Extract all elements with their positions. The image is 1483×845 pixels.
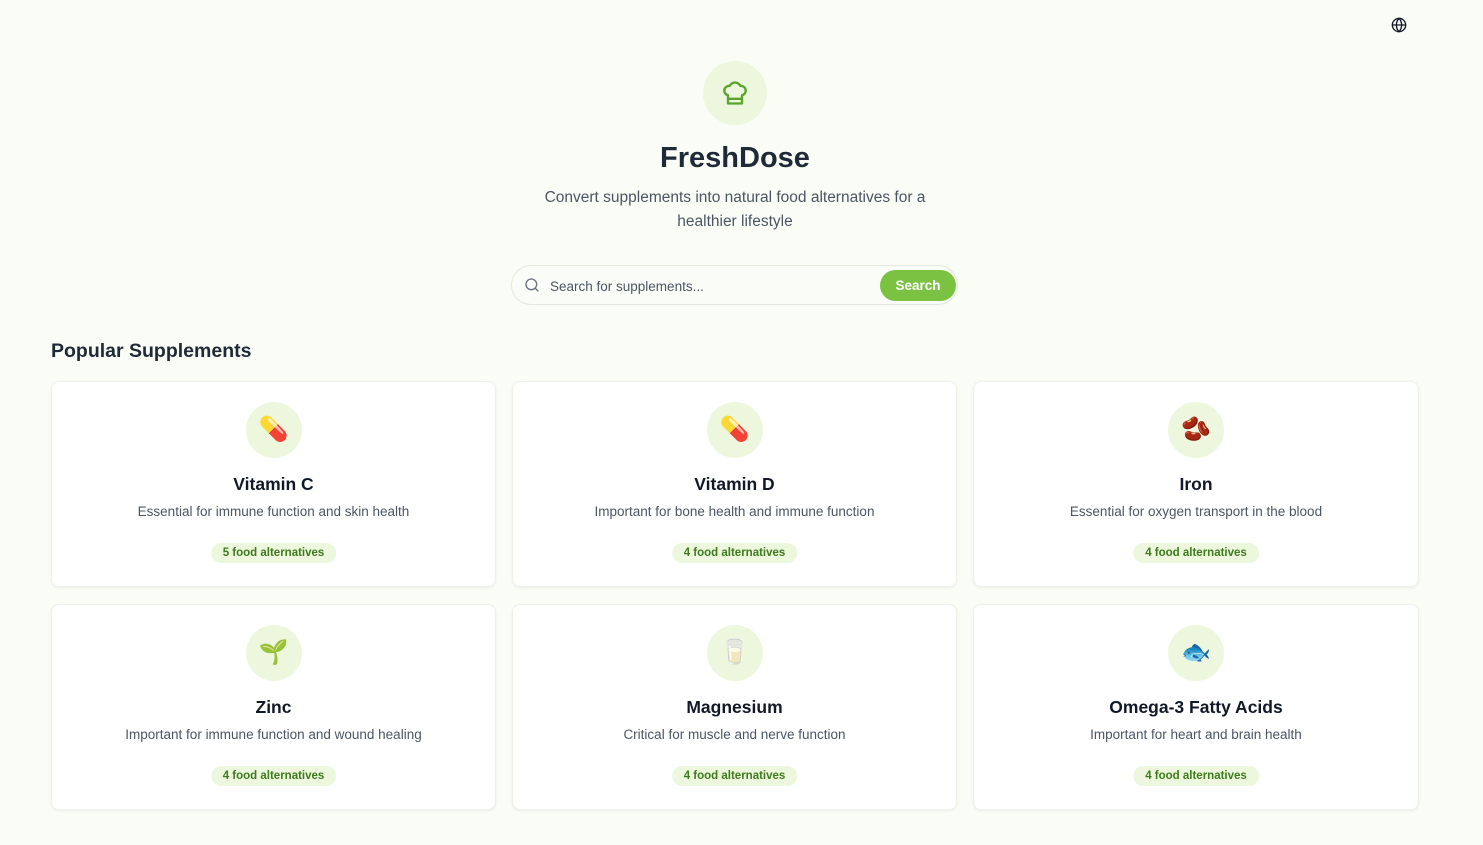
supplement-card-vitamin-c[interactable]: 💊 Vitamin C Essential for immune functio… [51, 381, 496, 587]
seedling-icon: 🌱 [245, 625, 302, 681]
beans-icon: 🫘 [1168, 402, 1224, 458]
pill-icon: 💊 [245, 402, 302, 458]
section-title: Popular Supplements [51, 340, 252, 362]
supplement-name: Zinc [255, 697, 292, 717]
language-button[interactable] [1388, 14, 1410, 36]
supplement-grid: 💊 Vitamin C Essential for immune functio… [51, 381, 1419, 810]
supplement-card-magnesium[interactable]: 🥛 Magnesium Critical for muscle and nerv… [512, 604, 957, 810]
alternatives-badge: 4 food alternatives [1133, 543, 1259, 563]
alternatives-badge: 5 food alternatives [210, 543, 337, 563]
supplement-name: Magnesium [686, 697, 783, 717]
fish-icon: 🐟 [1168, 625, 1224, 681]
pill-icon: 💊 [706, 402, 763, 458]
supplement-card-omega-3[interactable]: 🐟 Omega-3 Fatty Acids Important for hear… [973, 604, 1419, 810]
supplement-card-vitamin-d[interactable]: 💊 Vitamin D Important for bone health an… [512, 381, 957, 587]
app-title: FreshDose [660, 142, 810, 174]
supplement-description: Essential for oxygen transport in the bl… [1069, 504, 1323, 519]
glass-icon: 🥛 [706, 625, 763, 681]
globe-icon [1391, 17, 1407, 33]
hero-logo [703, 61, 767, 125]
supplement-description: Important for immune function and wound … [125, 727, 422, 742]
supplement-description: Critical for muscle and nerve function [623, 727, 846, 742]
search-button[interactable]: Search [880, 270, 956, 301]
search-icon [525, 278, 539, 292]
supplement-description: Essential for immune function and skin h… [137, 504, 410, 519]
supplement-card-iron[interactable]: 🫘 Iron Essential for oxygen transport in… [973, 381, 1419, 587]
alternatives-badge: 4 food alternatives [210, 766, 337, 786]
alternatives-badge: 4 food alternatives [671, 766, 798, 786]
supplement-description: Important for bone health and immune fun… [594, 504, 875, 519]
supplement-name: Iron [1179, 474, 1213, 494]
search-input[interactable] [550, 272, 876, 300]
supplement-name: Omega-3 Fatty Acids [1109, 697, 1283, 717]
alternatives-badge: 4 food alternatives [671, 543, 798, 563]
supplement-name: Vitamin D [694, 474, 775, 494]
supplement-card-zinc[interactable]: 🌱 Zinc Important for immune function and… [51, 604, 496, 810]
chef-hat-icon [723, 81, 747, 105]
supplement-name: Vitamin C [233, 474, 314, 494]
page: FreshDose Convert supplements into natur… [0, 0, 1483, 845]
search-bar: Search [511, 265, 958, 305]
supplement-description: Important for heart and brain health [1090, 727, 1302, 742]
alternatives-badge: 4 food alternatives [1133, 766, 1259, 786]
app-subtitle: Convert supplements into natural food al… [544, 189, 926, 230]
